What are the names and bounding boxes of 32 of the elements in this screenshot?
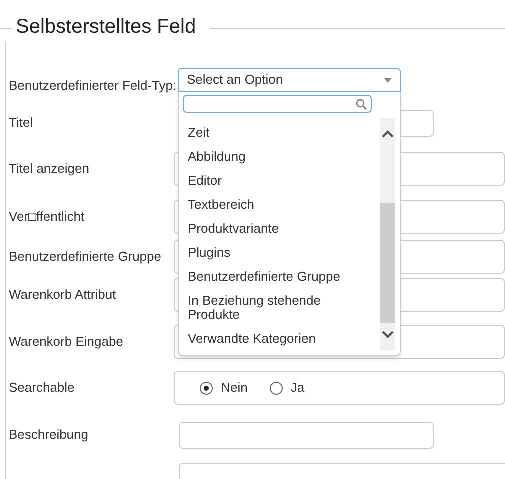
scrollbar-thumb[interactable]	[380, 203, 395, 323]
radio-button[interactable]	[200, 382, 214, 394]
field-label: Titel anzeigen	[9, 160, 90, 178]
radio-option[interactable]: Nein	[200, 378, 248, 398]
dropdown-option[interactable]: Plugins	[179, 241, 380, 265]
field-label: Benutzerdefinierter Feld-Typ:	[9, 76, 178, 95]
dropdown-option[interactable]: Textbereich	[179, 193, 380, 217]
dropdown-select[interactable]: Select an Option	[178, 68, 401, 92]
dropdown-option[interactable]: Zeit	[179, 121, 380, 145]
field-label: Beschreibung	[9, 426, 90, 444]
radio-option[interactable]: Ja	[270, 378, 305, 398]
field-label: Searchable	[9, 379, 76, 398]
field-label: Warenkorb Eingabe	[9, 333, 124, 352]
dropdown-option[interactable]: In Beziehung stehende Produkte	[179, 289, 380, 327]
dropdown-option[interactable]: Benutzerdefinierte Gruppe	[179, 265, 380, 289]
scrollbar[interactable]	[380, 118, 395, 351]
section-title: Selbsterstelltes Feld	[15, 15, 198, 40]
field-label: Benutzerdefinierte Gruppe	[9, 248, 162, 266]
chevron-up-icon[interactable]	[382, 130, 394, 138]
chevron-down-icon[interactable]	[382, 331, 394, 339]
field-label: Ver□ffentlicht	[9, 208, 86, 226]
dropdown-option[interactable]: Verwandte Kategorien	[179, 327, 380, 351]
radio-button[interactable]	[270, 382, 283, 394]
search-field[interactable]	[183, 95, 372, 113]
caret-icon	[384, 78, 392, 82]
dropdown-option[interactable]: Editor	[179, 169, 380, 193]
field-label: Titel	[9, 114, 34, 132]
field-label: Warenkorb Attribut	[9, 286, 118, 304]
dropdown-option[interactable]: Produktvariante	[179, 217, 380, 241]
search-icon	[356, 98, 367, 110]
dropdown-option[interactable]: Abbildung	[179, 145, 380, 169]
input-field[interactable]	[179, 422, 434, 448]
